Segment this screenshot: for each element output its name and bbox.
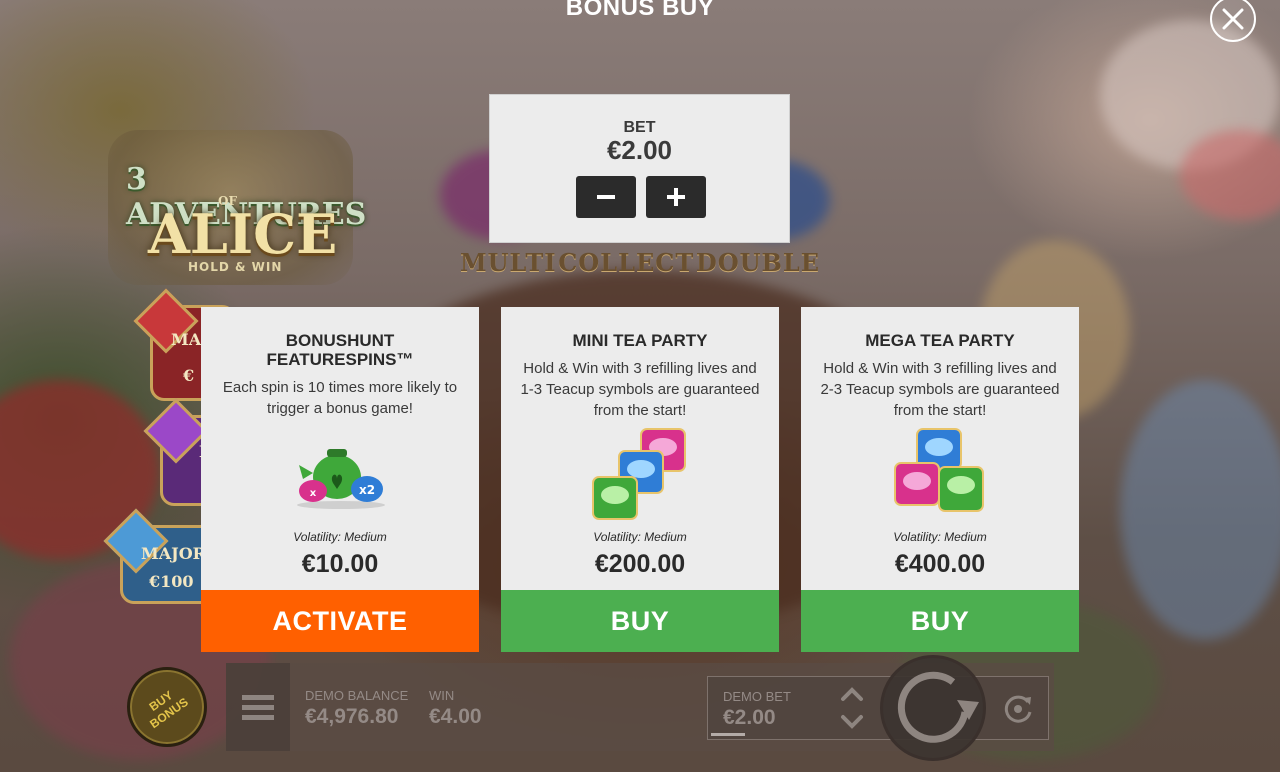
reel-label-multi: MULTI: [460, 248, 557, 277]
chevron-down-icon: [841, 715, 863, 729]
close-icon: [1222, 8, 1244, 30]
autoplay-button[interactable]: [997, 688, 1039, 730]
game-logo: 3 ADVENTURES OF ALICE HOLD & WIN: [108, 130, 366, 285]
plus-icon: [667, 188, 685, 206]
buy-mini-tea-party-button[interactable]: BUY: [501, 590, 779, 652]
card-volatility: Volatility: Medium: [893, 530, 987, 544]
card-price: €400.00: [894, 550, 986, 578]
reel-label-collect: COLLECT: [558, 248, 695, 277]
card-title: MINI TEA PARTY: [572, 331, 708, 350]
bet-value: €2.00: [606, 135, 673, 165]
bonus-card-mega-tea-party: MEGA TEA PARTY Hold & Win with 3 refilli…: [801, 307, 1079, 652]
teacup-symbols-icon: [592, 428, 686, 520]
reel-label-double: DOUBLE: [695, 248, 820, 277]
buy-bonus-button[interactable]: BUY BONUS: [127, 667, 207, 747]
autoplay-icon: [1004, 695, 1032, 723]
card-price: €200.00: [594, 550, 686, 578]
card-title: MEGA TEA PARTY: [865, 331, 1015, 350]
card-description: Each spin is 10 times more likely to tri…: [222, 379, 458, 417]
balance-value: €4,976.80: [305, 705, 399, 728]
bet-up-button[interactable]: [832, 680, 872, 708]
logo-subtitle: HOLD & WIN: [188, 260, 283, 274]
bonus-buy-title: BONUS BUY: [565, 0, 715, 21]
bet-level-indicator: [711, 733, 745, 736]
decrease-bet-button[interactable]: [576, 176, 636, 218]
demo-bet-value: €2.00: [723, 706, 776, 729]
svg-text:x2: x2: [359, 483, 375, 497]
card-price: €10.00: [301, 550, 379, 578]
chevron-up-icon: [841, 687, 863, 701]
buy-mega-tea-party-button[interactable]: BUY: [801, 590, 1079, 652]
win-label: WIN: [429, 688, 455, 703]
card-volatility: Volatility: Medium: [293, 530, 387, 544]
reel-feature-labels: MULTI COLLECT DOUBLE: [460, 248, 820, 288]
increase-bet-button[interactable]: [646, 176, 706, 218]
minus-icon: [597, 195, 615, 199]
menu-button[interactable]: [226, 663, 290, 751]
bonus-card-mini-tea-party: MINI TEA PARTY Hold & Win with 3 refilli…: [501, 307, 779, 652]
bonus-card-bonushunt: BONUSHUNT FEATURESPINS™ Each spin is 10 …: [201, 307, 479, 652]
balance-label: DEMO BALANCE: [305, 688, 409, 703]
card-title-line2: FEATURESPINS™: [266, 350, 414, 369]
teacup-symbols-icon: [894, 428, 984, 512]
card-description: Hold & Win with 3 refilling lives and 2-…: [820, 360, 1060, 419]
demo-bet-label: DEMO BET: [723, 689, 791, 704]
card-description: Hold & Win with 3 refilling lives and 1-…: [520, 360, 760, 419]
win-value: €4.00: [429, 705, 482, 728]
spin-arrow-icon: [897, 671, 979, 743]
activate-button[interactable]: ACTIVATE: [201, 590, 479, 652]
card-volatility: Volatility: Medium: [593, 530, 687, 544]
teapots-icon: x x2: [297, 449, 385, 509]
card-title: BONUSHUNT: [285, 331, 395, 350]
bet-down-button[interactable]: [832, 708, 872, 736]
svg-text:x: x: [310, 488, 317, 499]
bet-selector: BET €2.00: [489, 94, 790, 243]
logo-alice: ALICE: [148, 202, 338, 266]
spin-button[interactable]: [880, 655, 986, 761]
